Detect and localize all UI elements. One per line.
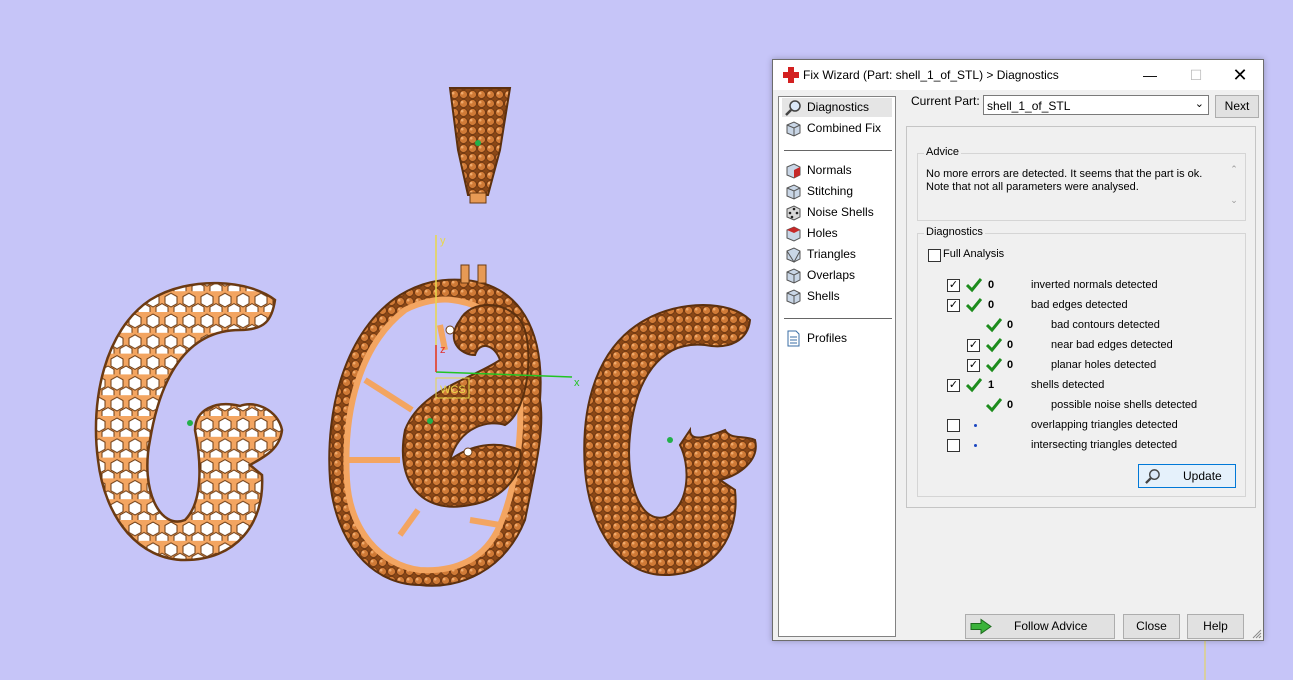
overlapping-triangles-checkbox[interactable] xyxy=(947,419,960,432)
intersecting-triangles-checkbox[interactable] xyxy=(947,439,960,452)
nav-profiles[interactable]: Profiles xyxy=(782,329,892,348)
nav-holes[interactable]: Holes xyxy=(782,224,892,243)
magnifier-icon xyxy=(785,100,801,116)
shells-cube-icon xyxy=(786,289,801,305)
honeycomb-g-part[interactable] xyxy=(94,281,284,562)
near-bad-edges-checkbox[interactable]: ✓ xyxy=(967,339,980,352)
pending-dot-icon xyxy=(974,444,977,447)
resize-grip-icon[interactable] xyxy=(1252,629,1262,639)
nav-separator xyxy=(784,318,892,319)
current-part-select[interactable]: shell_1_of_STL ⌄ xyxy=(983,95,1209,115)
nav-stitching[interactable]: Stitching xyxy=(782,182,892,201)
diagnostics-panel: Advice No more errors are detected. It s… xyxy=(906,126,1256,508)
checkmark-icon xyxy=(966,278,982,293)
advice-text: No more errors are detected. It seems th… xyxy=(926,168,1238,214)
next-button[interactable]: Next xyxy=(1215,95,1259,118)
checkmark-icon xyxy=(986,318,1002,333)
axis-y-label: y xyxy=(440,235,446,247)
holes-cube-icon xyxy=(786,226,801,242)
triangles-cube-icon xyxy=(786,247,801,263)
diagnostics-group: Diagnostics Full Analysis ✓ 0 inverted n… xyxy=(917,226,1246,497)
minimize-button[interactable]: — xyxy=(1127,60,1173,90)
axis-z-label: z xyxy=(440,344,446,356)
advice-title: Advice xyxy=(924,146,962,158)
maximize-button[interactable]: ☐ xyxy=(1173,60,1219,90)
diagnostics-title: Diagnostics xyxy=(924,226,985,238)
shells-checkbox[interactable]: ✓ xyxy=(947,379,960,392)
cube-icon xyxy=(786,121,801,137)
title-bar[interactable]: Fix Wizard (Part: shell_1_of_STL) > Diag… xyxy=(773,60,1263,90)
nav-shells[interactable]: Shells xyxy=(782,287,892,306)
full-analysis-label: Full Analysis xyxy=(943,248,1005,260)
dice-icon xyxy=(786,205,801,221)
planar-holes-checkbox[interactable]: ✓ xyxy=(967,359,980,372)
wizard-nav: Diagnostics Combined Fix Normals Stitchi… xyxy=(778,96,896,637)
nav-triangles[interactable]: Triangles xyxy=(782,245,892,264)
pending-dot-icon xyxy=(974,424,977,427)
close-window-button[interactable]: ✕ xyxy=(1217,60,1263,90)
bail-part[interactable] xyxy=(448,87,512,204)
current-part-value: shell_1_of_STL xyxy=(987,99,1071,113)
close-button[interactable]: Close xyxy=(1123,614,1180,639)
help-button[interactable]: Help xyxy=(1187,614,1244,639)
nav-overlaps[interactable]: Overlaps xyxy=(782,266,892,285)
bad-edges-checkbox[interactable]: ✓ xyxy=(947,299,960,312)
advice-scrollbar[interactable]: ⌃ ⌄ xyxy=(1227,164,1241,212)
red-cross-icon xyxy=(783,67,799,83)
update-button[interactable]: Update xyxy=(1138,464,1236,488)
green-arrow-icon xyxy=(970,618,992,635)
checkmark-icon xyxy=(986,338,1002,353)
stitching-cube-icon xyxy=(786,184,801,200)
normals-cube-icon xyxy=(786,163,801,179)
dialog-title: Fix Wizard (Part: shell_1_of_STL) > Diag… xyxy=(803,68,1059,82)
nav-separator xyxy=(784,150,892,151)
follow-advice-button[interactable]: Follow Advice xyxy=(965,614,1115,639)
checkmark-icon xyxy=(966,378,982,393)
pave-g-part[interactable] xyxy=(583,304,757,577)
wcs-label: WCS xyxy=(440,384,466,396)
checkmark-icon xyxy=(986,358,1002,373)
nav-combined-fix[interactable]: Combined Fix xyxy=(782,119,892,138)
nav-noise-shells[interactable]: Noise Shells xyxy=(782,203,892,222)
advice-group: Advice No more errors are detected. It s… xyxy=(917,146,1246,221)
nav-normals[interactable]: Normals xyxy=(782,161,892,180)
document-icon xyxy=(787,330,800,347)
overlaps-cube-icon xyxy=(786,268,801,284)
checkmark-icon xyxy=(966,298,982,313)
inverted-normals-checkbox[interactable]: ✓ xyxy=(947,279,960,292)
axis-x-label: x xyxy=(574,377,580,389)
fix-wizard-dialog: Fix Wizard (Part: shell_1_of_STL) > Diag… xyxy=(772,59,1264,641)
chevron-down-icon: ⌄ xyxy=(1194,98,1204,110)
checkmark-icon xyxy=(986,398,1002,413)
current-part-label: Current Part: xyxy=(911,94,980,108)
magnifier-icon xyxy=(1145,469,1160,484)
nav-diagnostics[interactable]: Diagnostics xyxy=(782,98,892,117)
full-analysis-checkbox[interactable] xyxy=(928,249,941,262)
